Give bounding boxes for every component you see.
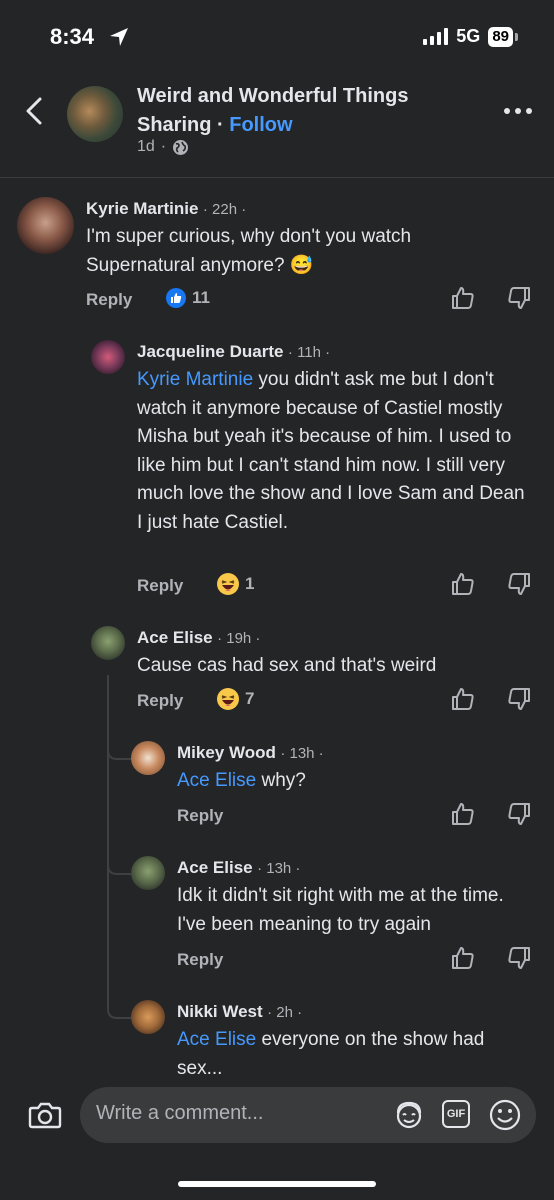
group-title[interactable]: Weird and Wonderful Things Sharing · Fol… <box>137 82 467 140</box>
avatar-sticker-icon[interactable] <box>392 1099 426 1131</box>
comment-composer[interactable]: Write a comment... GIF <box>80 1087 536 1143</box>
status-time: 8:34 <box>50 24 95 49</box>
commenter-name[interactable]: Ace Elise <box>137 628 213 647</box>
comment-body: why? <box>256 770 306 791</box>
signal-icon <box>423 28 449 45</box>
post-meta: 1d · <box>137 138 189 156</box>
emoji-icon[interactable] <box>488 1098 522 1132</box>
like-thumb-icon[interactable] <box>450 801 476 827</box>
avatar[interactable] <box>131 741 165 775</box>
dislike-thumb-icon[interactable] <box>506 686 532 712</box>
camera-icon[interactable] <box>28 1100 62 1130</box>
dislike-thumb-icon[interactable] <box>506 801 532 827</box>
reaction-count: 1 <box>245 574 255 593</box>
reaction-count: 7 <box>245 689 255 708</box>
gif-icon[interactable]: GIF <box>442 1100 470 1128</box>
mention-link[interactable]: Ace Elise <box>177 1029 256 1050</box>
comment-text: Kyrie Martinie you didn't ask me but I d… <box>137 366 532 537</box>
comment-text: Cause cas had sex and that's weird <box>137 652 532 681</box>
comment-text: Ace Elise everyone on the show had sex..… <box>177 1026 532 1083</box>
group-avatar[interactable] <box>67 86 123 142</box>
reaction-summary[interactable]: 7 <box>217 688 254 710</box>
comment-time: · 11h · <box>287 344 331 361</box>
post-age: 1d <box>137 138 155 155</box>
reaction-count: 11 <box>192 288 210 307</box>
status-indicators: 5G 89 <box>423 26 518 47</box>
comment-time: · 22h · <box>202 201 247 218</box>
reply-button[interactable]: Reply <box>137 691 183 711</box>
comment-text: Ace Elise why? <box>177 767 532 796</box>
back-chevron-icon[interactable] <box>22 96 48 126</box>
commenter-name[interactable]: Nikki West <box>177 1002 263 1021</box>
commenter-name[interactable]: Jacqueline Duarte <box>137 342 283 361</box>
mention-link[interactable]: Ace Elise <box>177 770 256 791</box>
title-separator: · <box>217 114 224 136</box>
avatar[interactable] <box>131 856 165 890</box>
comment-body: Idk it didn't sit right with me at the t… <box>177 885 504 935</box>
location-arrow-icon <box>110 28 128 46</box>
reaction-summary[interactable]: 11 <box>166 288 210 308</box>
thread-line <box>107 675 109 1002</box>
gif-label: GIF <box>446 1108 466 1120</box>
reply-button[interactable]: Reply <box>177 950 223 970</box>
dislike-thumb-icon[interactable] <box>506 571 532 597</box>
reply-button[interactable]: Reply <box>177 806 223 826</box>
avatar[interactable] <box>91 340 125 374</box>
reaction-summary[interactable]: 1 <box>217 573 254 595</box>
dislike-thumb-icon[interactable] <box>506 285 532 311</box>
mention-link[interactable]: Kyrie Martinie <box>137 369 253 390</box>
comment-time: · 2h · <box>267 1004 303 1021</box>
comment-text: I'm super curious, why don't you watch S… <box>86 223 506 280</box>
comment-header: Mikey Wood · 13h · <box>177 743 324 763</box>
comment-time: · 13h · <box>280 745 324 762</box>
comment-body: you didn't ask me but I don't watch it a… <box>137 369 525 533</box>
comment-header: Jacqueline Duarte · 11h · <box>137 342 330 362</box>
haha-reaction-icon <box>217 688 239 710</box>
like-thumb-icon[interactable] <box>450 571 476 597</box>
commenter-name[interactable]: Ace Elise <box>177 858 253 877</box>
dislike-thumb-icon[interactable] <box>506 945 532 971</box>
battery-level: 89 <box>488 26 513 47</box>
avatar[interactable] <box>131 1000 165 1034</box>
more-options-icon[interactable] <box>504 108 532 114</box>
haha-reaction-icon <box>217 573 239 595</box>
avatar[interactable] <box>91 626 125 660</box>
comment-time: · 19h · <box>217 630 261 647</box>
comment-header: Nikki West · 2h · <box>177 1002 302 1022</box>
like-thumb-icon[interactable] <box>450 945 476 971</box>
reply-button[interactable]: Reply <box>137 576 183 596</box>
like-thumb-icon[interactable] <box>450 686 476 712</box>
comment-body: Cause cas had sex and that's weird <box>137 655 437 676</box>
comment-header: Ace Elise · 13h · <box>177 858 300 878</box>
commenter-name[interactable]: Kyrie Martinie <box>86 199 198 218</box>
comment-input-placeholder[interactable]: Write a comment... <box>96 1102 263 1125</box>
globe-icon <box>173 139 189 155</box>
battery-icon: 89 <box>488 26 518 47</box>
comment-header: Ace Elise · 19h · <box>137 628 260 648</box>
comment-header: Kyrie Martinie · 22h · <box>86 199 246 219</box>
meta-separator: · <box>160 138 167 155</box>
like-thumb-icon[interactable] <box>450 285 476 311</box>
header-divider <box>0 177 554 178</box>
like-reaction-icon <box>166 288 186 308</box>
avatar[interactable] <box>17 197 74 254</box>
comment-time: · 13h · <box>257 860 301 877</box>
home-indicator <box>178 1181 376 1187</box>
follow-link[interactable]: Follow <box>229 114 292 136</box>
network-label: 5G <box>456 26 481 46</box>
comment-body: I'm super curious, why don't you watch S… <box>86 226 412 276</box>
comment-text: Idk it didn't sit right with me at the t… <box>177 882 532 939</box>
commenter-name[interactable]: Mikey Wood <box>177 743 276 762</box>
reply-button[interactable]: Reply <box>86 290 132 310</box>
